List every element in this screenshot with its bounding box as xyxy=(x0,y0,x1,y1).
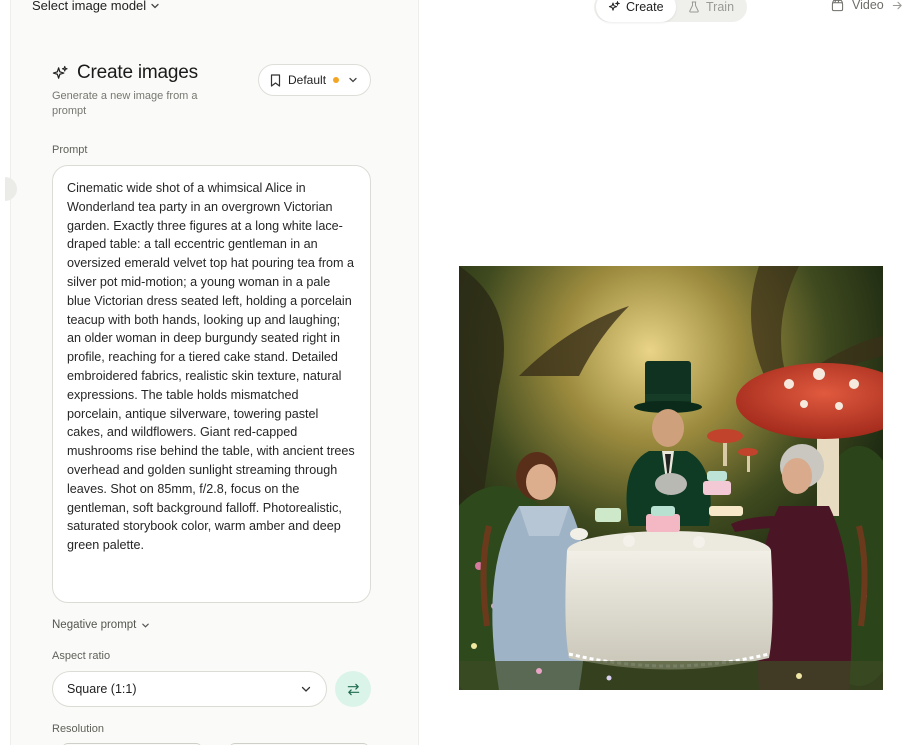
chevron-down-icon xyxy=(301,686,311,692)
mode-toggle: Create Train xyxy=(594,0,747,22)
model-select[interactable]: Select image model xyxy=(32,0,160,13)
chevron-down-icon xyxy=(151,3,159,8)
chevron-down-icon xyxy=(349,77,357,83)
clapperboard-icon xyxy=(831,0,844,11)
panel-subtitle: Generate a new image from a prompt xyxy=(52,90,198,117)
video-link[interactable]: Video xyxy=(831,0,903,12)
preset-label: Default xyxy=(288,73,327,87)
swap-orientation-button[interactable] xyxy=(335,671,371,707)
arrow-right-icon xyxy=(892,1,902,9)
generated-image[interactable] xyxy=(459,266,883,690)
aspect-ratio-value: Square (1:1) xyxy=(67,682,137,696)
panel-header: Create images xyxy=(52,62,198,84)
sparkles-icon xyxy=(608,1,620,11)
app-page: Select image model Create images Generat… xyxy=(0,0,910,745)
aspect-ratio-label: Aspect ratio xyxy=(52,650,111,662)
sparkles-icon xyxy=(52,65,68,79)
tab-create-label: Create xyxy=(626,0,664,14)
tab-train-label: Train xyxy=(706,0,735,14)
chevron-down-icon xyxy=(142,623,150,628)
tab-create[interactable]: Create xyxy=(596,0,676,22)
aspect-ratio-select[interactable]: Square (1:1) xyxy=(52,671,327,707)
left-panel: Select image model Create images Generat… xyxy=(5,0,419,745)
resolution-label: Resolution xyxy=(52,723,104,735)
model-select-label: Select image model xyxy=(32,0,147,13)
prompt-label: Prompt xyxy=(52,144,88,156)
negative-prompt-label: Negative prompt xyxy=(52,619,137,631)
swap-arrows-icon xyxy=(347,683,359,695)
flask-icon xyxy=(689,1,699,13)
preset-status-dot xyxy=(333,77,340,83)
preset-dropdown[interactable]: Default xyxy=(258,64,371,96)
bookmark-icon xyxy=(270,73,281,87)
video-link-label: Video xyxy=(852,0,884,12)
generated-image-artwork xyxy=(459,266,883,690)
tab-train[interactable]: Train xyxy=(676,0,746,22)
negative-prompt-toggle[interactable]: Negative prompt xyxy=(52,619,150,631)
prompt-textarea[interactable]: Cinematic wide shot of a whimsical Alice… xyxy=(52,165,371,603)
panel-collapse-handle[interactable] xyxy=(5,177,17,201)
panel-title: Create images xyxy=(77,62,198,83)
